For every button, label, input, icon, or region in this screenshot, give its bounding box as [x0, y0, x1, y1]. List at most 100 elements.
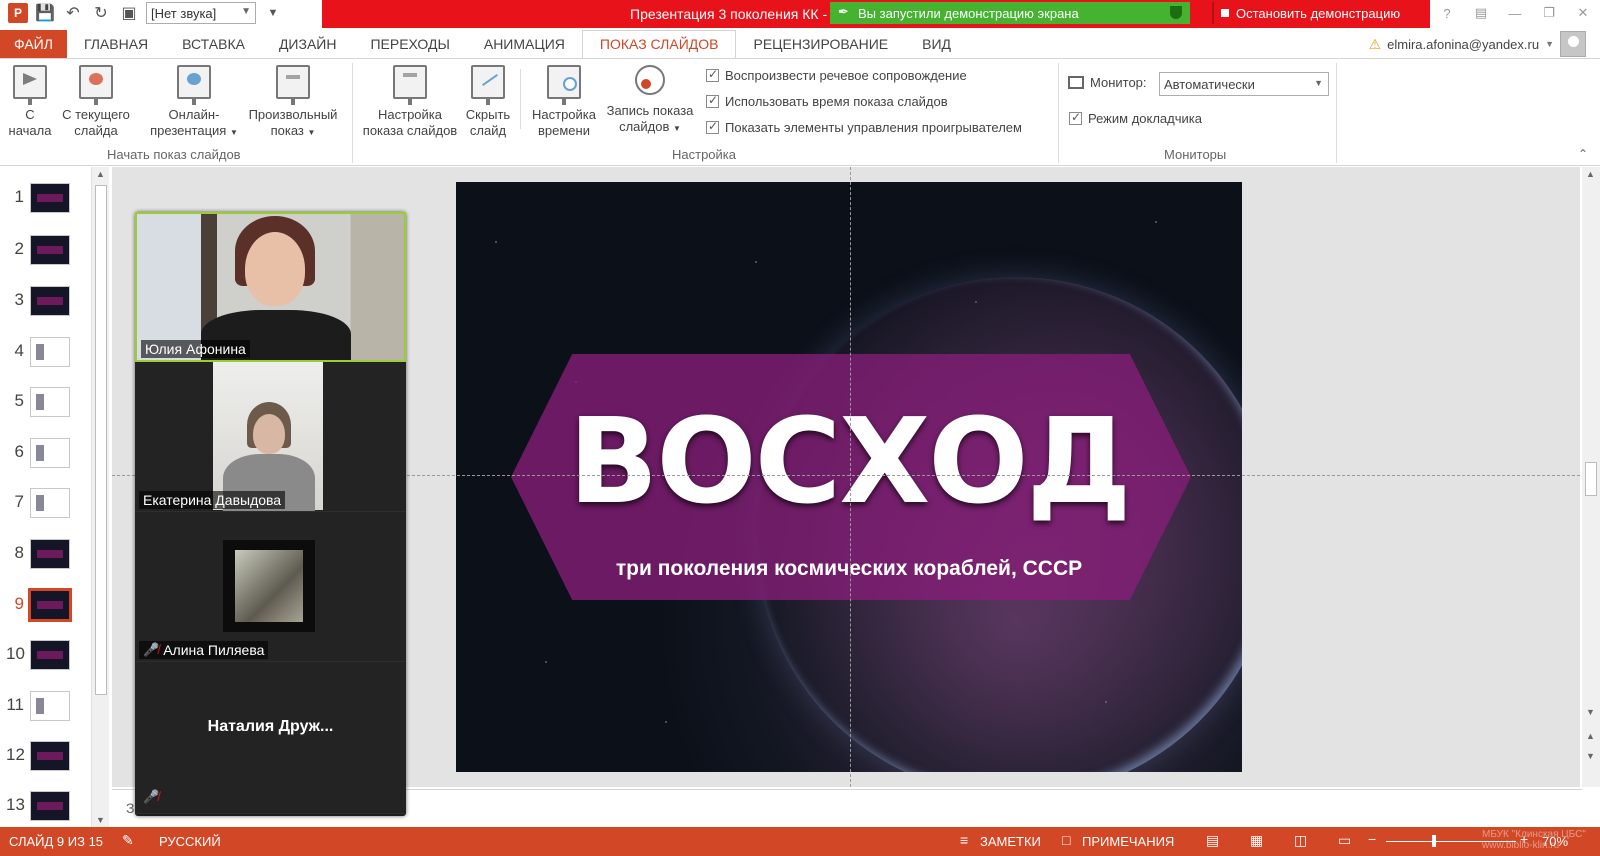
shield-icon	[1170, 6, 1182, 19]
slide-thumbnail[interactable]: 12	[0, 741, 90, 777]
from-start-button[interactable]: С начала	[8, 65, 52, 139]
custom-show-button[interactable]: Произвольный показ ▼	[242, 65, 344, 141]
powerpoint-window: P 💾 ↶ ↻ ▣ [Нет звука] ▼ ▼ Презентация 3 …	[0, 0, 1600, 856]
slide-thumbnail[interactable]: 10	[0, 640, 90, 676]
presenter-view-label: Режим докладчика	[1088, 111, 1202, 126]
slide-thumbnail[interactable]: 5	[0, 387, 90, 423]
current-slide[interactable]: ВОСХОД три поколения космических корабле…	[456, 182, 1242, 772]
sound-select[interactable]: [Нет звука] ▼	[146, 2, 256, 24]
hide-slide-label-1: Скрыть	[465, 107, 511, 122]
minimize-icon[interactable]: —	[1498, 0, 1532, 26]
tab-design[interactable]: ДИЗАЙН	[262, 30, 354, 58]
account-area: ⚠ elmira.afonina@yandex.ru ▼	[1369, 30, 1586, 58]
pencil-icon: ✒	[838, 4, 849, 19]
zoom-out-icon[interactable]: −	[1368, 831, 1386, 847]
restore-icon[interactable]: ❐	[1532, 0, 1566, 26]
tab-home[interactable]: ГЛАВНАЯ	[67, 30, 165, 58]
stop-share-button[interactable]: Остановить демонстрацию	[1212, 2, 1427, 24]
slide-thumbnail[interactable]: 2	[0, 235, 90, 271]
customize-qat-icon[interactable]: ▼	[262, 2, 284, 24]
slide-thumbnail[interactable]: 1	[0, 183, 90, 219]
next-slide-icon[interactable]: ▼	[1586, 751, 1595, 761]
watermark-line-2: www.biblio-klin.ru	[1482, 840, 1560, 851]
thumbnail-scrollbar[interactable]: ▲ ▼	[91, 167, 109, 827]
monitor-select[interactable]: Автоматически ▼	[1159, 72, 1329, 96]
rehearse-timings-button[interactable]: Настройка времени	[526, 65, 602, 139]
normal-view-icon[interactable]: ▤	[1206, 832, 1224, 848]
participant-name: Наталия Друж...	[207, 718, 334, 735]
slide-number: 9	[14, 594, 24, 613]
online-present-button[interactable]: Онлайн- презентация ▼	[148, 65, 240, 141]
hide-slide-button[interactable]: Скрыть слайд	[462, 65, 514, 139]
spelling-check-icon[interactable]: ✎	[122, 832, 140, 848]
tab-view[interactable]: ВИД	[905, 30, 968, 58]
scrollbar-thumb[interactable]	[95, 185, 107, 695]
setup-show-label-2: показа слайдов	[362, 123, 458, 138]
from-current-button[interactable]: С текущего слайда	[58, 65, 134, 139]
chevron-down-icon: ▼	[1314, 78, 1323, 88]
slideshow-view-icon[interactable]: ▭	[1338, 832, 1356, 848]
screen-share-status: ✒ Вы запустили демонстрацию экрана	[830, 2, 1190, 24]
chevron-down-icon[interactable]: ▼	[1545, 39, 1554, 49]
custom-label-1: Произвольный	[248, 107, 338, 122]
account-email[interactable]: elmira.afonina@yandex.ru	[1387, 37, 1539, 52]
tab-animations[interactable]: АНИМАЦИЯ	[467, 30, 582, 58]
participant-video-tile[interactable]: Екатерина Давыдова	[135, 362, 406, 512]
ribbon-display-icon[interactable]: ▤	[1464, 0, 1498, 26]
reading-view-icon[interactable]: ◫	[1294, 832, 1312, 848]
close-icon[interactable]: ✕	[1566, 0, 1600, 26]
participant-video-tile[interactable]: Наталия Друж... 🎤̸	[135, 662, 406, 814]
slide-number: 13	[6, 795, 25, 814]
tab-file[interactable]: ФАЙЛ	[0, 30, 67, 58]
scrollbar-thumb[interactable]	[1585, 462, 1597, 496]
tab-transitions[interactable]: ПЕРЕХОДЫ	[353, 30, 466, 58]
language-indicator[interactable]: РУССКИЙ	[159, 834, 221, 849]
slide-subtitle[interactable]: три поколения космических кораблей, СССР	[456, 557, 1242, 581]
scroll-down-icon[interactable]: ▼	[96, 815, 105, 825]
redo-icon[interactable]: ↻	[90, 2, 112, 24]
from-start-qat-icon[interactable]: ▣	[118, 2, 140, 24]
slide-thumbnail[interactable]: 8	[0, 539, 90, 575]
slide-title[interactable]: ВОСХОД	[456, 392, 1242, 530]
online-label-2: презентация ▼	[150, 123, 238, 138]
narration-checkbox[interactable]: Воспроизвести речевое сопровождение	[706, 67, 967, 83]
comments-button[interactable]: ПРИМЕЧАНИЯ	[1082, 834, 1174, 849]
undo-icon[interactable]: ↶	[62, 2, 84, 24]
slide-thumbnail[interactable]: 6	[0, 438, 90, 474]
editor-scrollbar[interactable]: ▲ ▼ ▲ ▼	[1582, 167, 1600, 787]
slide-thumbnail[interactable]: 7	[0, 488, 90, 524]
slide-thumbnail[interactable]: 13	[0, 791, 90, 827]
participant-video-tile[interactable]: Юлия Афонина	[135, 212, 406, 362]
avatar[interactable]	[1560, 31, 1586, 57]
slide-thumbnail[interactable]: 3	[0, 286, 90, 322]
record-show-button[interactable]: Запись показа слайдов ▼	[602, 65, 698, 137]
scroll-down-icon[interactable]: ▼	[1586, 707, 1595, 717]
setup-show-button[interactable]: Настройка показа слайдов	[358, 65, 462, 139]
tab-insert[interactable]: ВСТАВКА	[165, 30, 262, 58]
participant-video-tile[interactable]: 🎤̸ Алина Пиляева	[135, 512, 406, 662]
participant-name: Юлия Афонина	[141, 340, 250, 358]
notes-button[interactable]: ЗАМЕТКИ	[980, 834, 1041, 849]
previous-slide-icon[interactable]: ▲	[1586, 731, 1595, 741]
help-icon[interactable]: ?	[1430, 0, 1464, 26]
slide-sorter-icon[interactable]: ▦	[1250, 832, 1268, 848]
setup-show-icon	[393, 65, 427, 105]
slide-thumbnail[interactable]: 11	[0, 691, 90, 727]
participant-avatar-image	[223, 540, 315, 632]
controls-checkbox[interactable]: Показать элементы управления проигрывате…	[706, 119, 1022, 135]
presenter-view-checkbox[interactable]: Режим докладчика	[1069, 110, 1202, 126]
collapse-ribbon-icon[interactable]: ⌃	[1578, 147, 1588, 161]
slide-thumbnail[interactable]: 4	[0, 337, 90, 373]
zoom-slider-thumb[interactable]	[1432, 835, 1436, 847]
tab-slide-show[interactable]: ПОКАЗ СЛАЙДОВ	[581, 29, 737, 59]
globe-icon	[177, 65, 211, 105]
stop-share-label: Остановить демонстрацию	[1236, 5, 1401, 21]
save-icon[interactable]: 💾	[34, 2, 56, 24]
tab-review[interactable]: РЕЦЕНЗИРОВАНИЕ	[736, 30, 905, 58]
slideshow-play-icon	[13, 65, 47, 105]
slide-thumbnail-image	[30, 791, 70, 821]
scroll-up-icon[interactable]: ▲	[96, 169, 105, 179]
scroll-up-icon[interactable]: ▲	[1586, 169, 1595, 179]
slide-thumbnail-active[interactable]: 9	[0, 588, 90, 626]
timings-checkbox[interactable]: Использовать время показа слайдов	[706, 93, 948, 109]
